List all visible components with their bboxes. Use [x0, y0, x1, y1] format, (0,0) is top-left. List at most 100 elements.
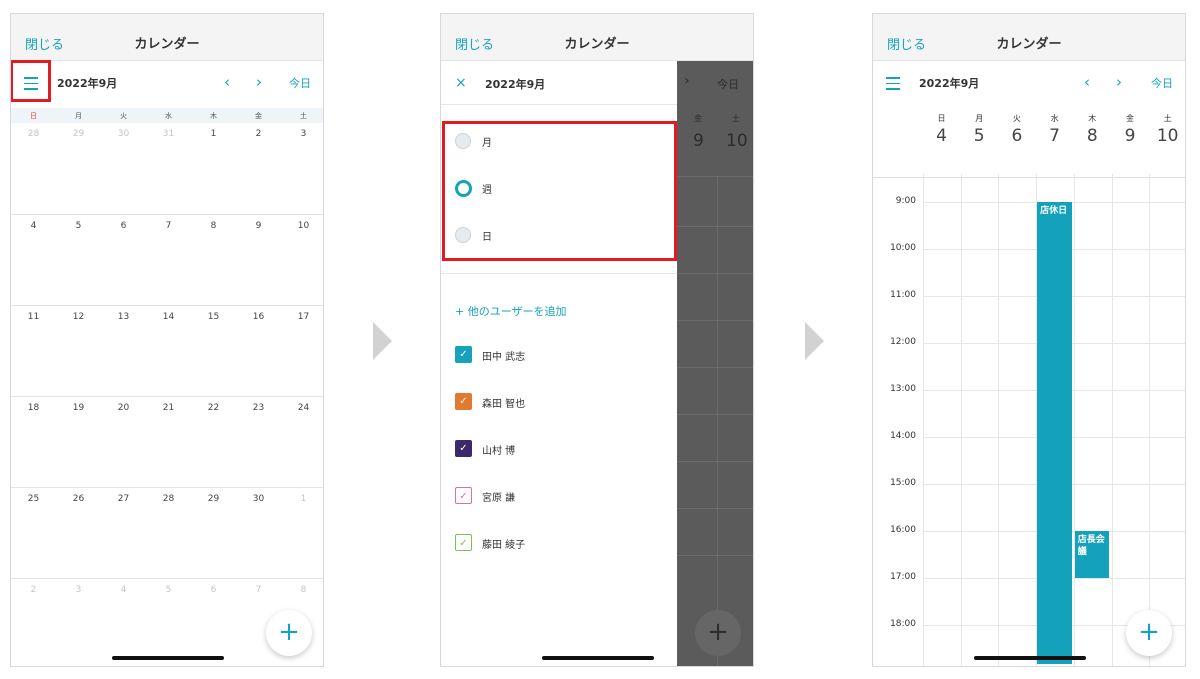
day-cell[interactable]: 16	[236, 312, 281, 322]
grid-line	[677, 320, 753, 321]
day-cell[interactable]: 9	[236, 221, 281, 231]
chevron-right-icon[interactable]: ›	[256, 73, 262, 91]
day-cell[interactable]: 24	[281, 403, 323, 413]
day-cell[interactable]: 25	[11, 494, 56, 504]
week-day-header[interactable]: 火6	[998, 113, 1035, 146]
day-cell[interactable]: 5	[146, 585, 191, 595]
week-day-header[interactable]: 金9	[1112, 113, 1149, 146]
grid-line	[677, 367, 753, 368]
day-cell[interactable]: 15	[191, 312, 236, 322]
grid-column-line	[1149, 174, 1151, 666]
day-cell[interactable]: 10	[281, 221, 323, 231]
phone-week-view: 閉じる カレンダー 2022年9月 ‹ › 今日 日 4 月 5 火 6 水 7 木 8 金 9 土 10…	[872, 13, 1186, 667]
weekday-label: 木	[210, 112, 217, 120]
day-cell[interactable]: 28	[11, 129, 56, 139]
hamburger-menu-icon[interactable]	[886, 77, 900, 90]
day-cell[interactable]: 14	[146, 312, 191, 322]
weekday-label: 金	[1126, 114, 1134, 123]
day-cell[interactable]: 13	[101, 312, 146, 322]
day-cell[interactable]: 7	[236, 585, 281, 595]
home-indicator	[112, 656, 224, 660]
day-cell[interactable]: 2	[11, 585, 56, 595]
day-cell[interactable]: 3	[281, 129, 323, 139]
time-label: 16:00	[890, 525, 916, 535]
weekday-label: 金	[255, 112, 262, 120]
header-divider	[873, 177, 1185, 178]
day-cell[interactable]: 1	[191, 129, 236, 139]
calendar-event[interactable]: 店長会議	[1074, 531, 1110, 578]
day-cell[interactable]: 4	[11, 221, 56, 231]
user-checkbox[interactable]: ✓	[455, 534, 472, 551]
calendar-event[interactable]: 店休日	[1037, 202, 1072, 665]
day-cell[interactable]: 6	[101, 221, 146, 231]
day-cell[interactable]: 22	[191, 403, 236, 413]
week-day-header[interactable]: 木8	[1074, 113, 1111, 146]
day-cell[interactable]: 1	[281, 494, 323, 504]
month-label: 2022年9月	[919, 77, 980, 90]
divider	[441, 104, 677, 105]
week-day-header[interactable]: 月5	[961, 113, 998, 146]
week-day-header[interactable]: 土 10	[1149, 113, 1185, 146]
day-cell[interactable]: 8	[191, 221, 236, 231]
day-cell[interactable]: 2	[236, 129, 281, 139]
close-icon[interactable]: ×	[455, 75, 467, 91]
day-cell[interactable]: 18	[11, 403, 56, 413]
chevron-right-icon[interactable]: ›	[1116, 73, 1122, 91]
weekday-header-row: 日月火水木金土	[11, 108, 323, 123]
day-cell[interactable]: 29	[191, 494, 236, 504]
day-cell[interactable]: 27	[101, 494, 146, 504]
day-cell[interactable]: 11	[11, 312, 56, 322]
grid-line	[677, 555, 753, 556]
page-title: カレンダー	[134, 37, 200, 52]
day-cell[interactable]: 19	[56, 403, 101, 413]
day-cell[interactable]: 23	[236, 403, 281, 413]
date-label: 5	[973, 126, 985, 146]
day-cell[interactable]: 30	[101, 129, 146, 139]
user-checkbox[interactable]: ✓	[455, 393, 472, 410]
phone-month-view: 閉じる カレンダー 2022年9月 ‹ › 今日 日月火水木金土 28 29 30 3…	[10, 13, 324, 667]
time-label: 12:00	[890, 337, 916, 347]
user-checkbox[interactable]: ✓	[455, 346, 472, 363]
add-event-button[interactable]: +	[1126, 610, 1172, 656]
user-checkbox[interactable]: ✓	[455, 440, 472, 457]
today-button[interactable]: 今日	[289, 75, 311, 91]
day-cell[interactable]: 26	[56, 494, 101, 504]
day-cell[interactable]: 30	[236, 494, 281, 504]
grid-column-line	[1073, 174, 1075, 666]
chevron-left-icon[interactable]: ‹	[1084, 73, 1090, 91]
day-cell[interactable]: 21	[146, 403, 191, 413]
day-cell[interactable]: 8	[281, 585, 323, 595]
week-row: 11 12 13 14 15 16 17	[11, 305, 323, 396]
day-cell[interactable]: 17	[281, 312, 323, 322]
day-cell[interactable]: 6	[191, 585, 236, 595]
overlay-date: 10	[726, 131, 748, 151]
day-cell[interactable]: 29	[56, 129, 101, 139]
day-cell[interactable]: 12	[56, 312, 101, 322]
weekday-label: 水	[165, 112, 172, 120]
phone-drawer-view: 閉じる カレンダー › 今日 金 土 9 10 + × 2022年9月 月週日 …	[440, 13, 754, 667]
week-row: 4 5 6 7 8 9 10	[11, 214, 323, 305]
calendar-toolbar: 2022年9月 ‹ › 今日	[873, 61, 1185, 108]
today-button[interactable]: 今日	[1151, 75, 1173, 91]
week-day-header[interactable]: 水7	[1036, 113, 1073, 146]
day-cell[interactable]: 3	[56, 585, 101, 595]
day-cell[interactable]: 20	[101, 403, 146, 413]
day-cell[interactable]: 28	[146, 494, 191, 504]
day-cell[interactable]: 4	[101, 585, 146, 595]
user-checkbox[interactable]: ✓	[455, 487, 472, 504]
weekday-label: 火	[120, 112, 127, 120]
chevron-left-icon[interactable]: ‹	[224, 73, 230, 91]
overlay-weekday: 土	[732, 114, 740, 123]
week-day-header[interactable]: 日4	[923, 113, 960, 146]
date-label: 6	[1011, 126, 1023, 146]
day-cell[interactable]: 7	[146, 221, 191, 231]
grid-line	[717, 176, 718, 666]
date-label: 9	[1124, 126, 1136, 146]
add-event-button[interactable]: +	[266, 610, 312, 656]
time-label: 14:00	[890, 431, 916, 441]
day-cell[interactable]: 5	[56, 221, 101, 231]
overlay-date: 9	[693, 131, 704, 151]
add-user-link[interactable]: + 他のユーザーを追加	[455, 303, 567, 319]
day-cell[interactable]: 31	[146, 129, 191, 139]
dimmed-calendar-overlay[interactable]: › 今日 金 土 9 10 +	[677, 61, 753, 666]
